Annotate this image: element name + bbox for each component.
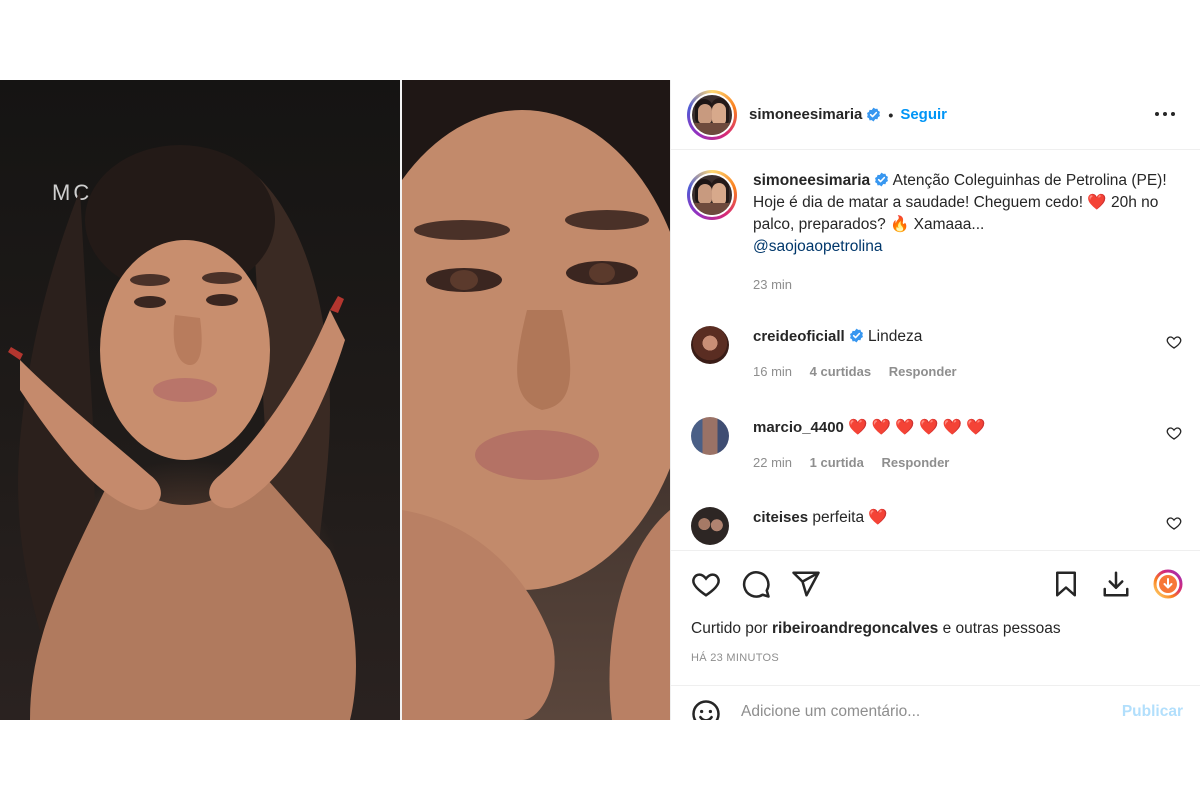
add-comment-bar: Adicione um comentário... Publicar <box>671 685 1200 720</box>
photo-watermark-text: MC <box>52 180 92 205</box>
commenter-username[interactable]: citeises <box>753 509 808 526</box>
comment-time: 22 min <box>753 455 793 470</box>
commenter-avatar[interactable] <box>691 507 729 545</box>
emoji-icon[interactable] <box>691 699 721 720</box>
liked-by-prefix: Curtido por <box>691 620 768 637</box>
photo-left: MC <box>0 80 402 720</box>
comment-heart-icon[interactable] <box>1166 515 1182 531</box>
caption-part-3: Xamaaa... <box>913 216 985 233</box>
caption-time: 23 min <box>753 277 793 292</box>
comment-icon[interactable] <box>741 569 771 599</box>
comment-item: marcio_4400 ❤️ ❤️ ❤️ ❤️ ❤️ ❤️ 22 min 1 c… <box>691 417 1186 470</box>
comment-text: creideoficiall Lindeza <box>753 326 1186 348</box>
publish-button[interactable]: Publicar <box>1122 703 1183 720</box>
comment-item: citeises perfeita ❤️ <box>691 507 1186 547</box>
more-options-icon[interactable] <box>1154 107 1176 121</box>
commenter-avatar[interactable] <box>691 326 729 364</box>
post-media[interactable]: MC <box>0 80 670 720</box>
post-caption: simoneesimaria Atenção Coleguinhas de Pe… <box>687 170 1187 296</box>
instagram-post-view: MC simoneesimaria • Seguir simoneesimari… <box>0 80 1200 720</box>
commenter-avatar[interactable] <box>691 417 729 455</box>
download-icon[interactable] <box>1101 569 1131 599</box>
liked-by-text: Curtido por ribeiroandregoncalves e outr… <box>691 620 1061 638</box>
bookmark-icon[interactable] <box>1051 569 1081 599</box>
comment-likes[interactable]: 4 curtidas <box>810 364 871 379</box>
caption-username[interactable]: simoneesimaria <box>753 172 870 189</box>
caption-author-avatar[interactable] <box>687 170 737 220</box>
post-timestamp: HÁ 23 MINUTOS <box>691 652 780 664</box>
liked-by-user[interactable]: ribeiroandregoncalves <box>772 620 938 637</box>
post-actions: Curtido por ribeiroandregoncalves e outr… <box>671 550 1200 720</box>
comment-input[interactable]: Adicione um comentário... <box>741 703 920 720</box>
caption-avatar-image <box>690 173 734 217</box>
comment-heart-icon[interactable] <box>1166 334 1182 350</box>
photo-right <box>402 80 670 720</box>
author-username[interactable]: simoneesimaria <box>749 106 862 123</box>
share-icon[interactable] <box>791 569 821 599</box>
commenter-username[interactable]: marcio_4400 <box>753 419 844 436</box>
follow-button[interactable]: Seguir <box>900 106 947 123</box>
caption-mention-link[interactable]: @saojoaopetrolina <box>753 238 883 255</box>
heart-icon[interactable] <box>691 569 721 599</box>
verified-icon <box>867 107 881 122</box>
comment-heart-icon[interactable] <box>1166 425 1182 441</box>
caption-text: simoneesimaria Atenção Coleguinhas de Pe… <box>753 170 1187 296</box>
fire-emoji: 🔥 <box>890 216 910 233</box>
comment-meta: 16 min 4 curtidas Responder <box>753 364 1186 379</box>
comment-content: Lindeza <box>868 328 923 345</box>
comment-item: creideoficiall Lindeza 16 min 4 curtidas… <box>691 326 1186 379</box>
story-ring-icon[interactable] <box>1153 569 1183 599</box>
comment-text: citeises perfeita ❤️ <box>753 507 1186 529</box>
separator-dot: • <box>888 106 894 123</box>
comment-content: perfeita ❤️ <box>812 509 888 526</box>
comment-text: marcio_4400 ❤️ ❤️ ❤️ ❤️ ❤️ ❤️ <box>753 417 1186 439</box>
author-avatar[interactable] <box>687 89 737 140</box>
post-header: simoneesimaria • Seguir <box>671 80 1200 150</box>
liked-by-suffix[interactable]: e outras pessoas <box>943 620 1061 637</box>
verified-icon <box>849 328 863 343</box>
verified-icon <box>875 172 889 187</box>
reply-button[interactable]: Responder <box>889 364 957 379</box>
author-avatar-image <box>690 92 734 137</box>
comment-meta: 22 min 1 curtida Responder <box>753 455 1186 470</box>
comment-likes[interactable]: 1 curtida <box>810 455 864 470</box>
comment-time: 16 min <box>753 364 793 379</box>
comment-content: ❤️ ❤️ ❤️ ❤️ ❤️ ❤️ <box>848 419 986 436</box>
post-side-panel: simoneesimaria • Seguir simoneesimaria A… <box>670 80 1200 720</box>
heart-emoji: ❤️ <box>1087 194 1107 211</box>
commenter-username[interactable]: creideoficiall <box>753 328 845 345</box>
reply-button[interactable]: Responder <box>881 455 949 470</box>
